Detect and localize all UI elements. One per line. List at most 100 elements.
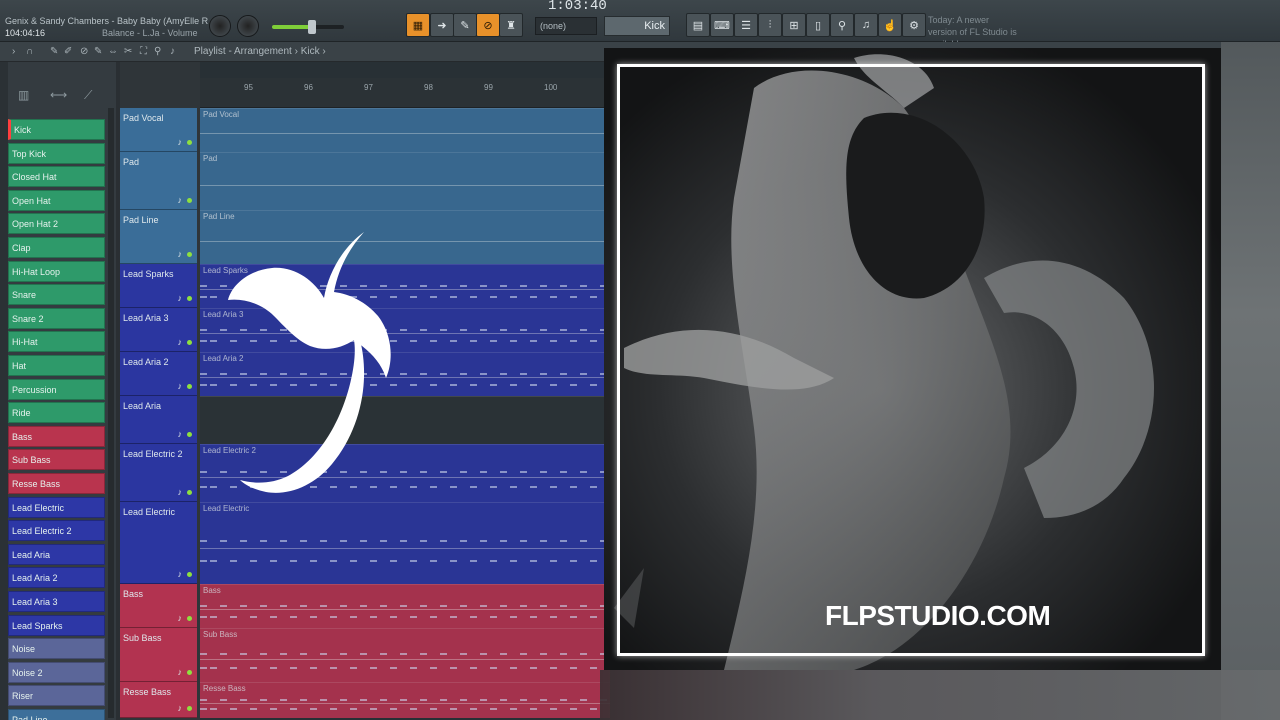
step-edit-icon[interactable]: ▦ <box>406 13 430 37</box>
slice-icon[interactable]: ✂ <box>124 46 132 57</box>
playlist-lane[interactable]: Lead Electric <box>200 502 610 584</box>
picker-item[interactable]: Lead Electric 2 <box>8 520 105 542</box>
audio-icon[interactable]: ⟷ <box>50 88 67 102</box>
track-mute-led[interactable] <box>187 252 192 257</box>
track-header[interactable]: Pad Vocal ♪ <box>120 108 197 152</box>
playlist-lane[interactable]: Sub Bass <box>200 628 610 682</box>
picker-item[interactable]: Pad Line <box>8 709 105 720</box>
metronome-icon[interactable]: ♜ <box>499 13 523 37</box>
track-mute-led[interactable] <box>187 340 192 345</box>
picker-item[interactable]: Noise <box>8 638 105 660</box>
track-header[interactable]: Lead Electric ♪ <box>120 502 197 584</box>
slider-thumb[interactable] <box>308 20 316 34</box>
channel-rack-icon[interactable]: ☰ <box>734 13 758 37</box>
arrow-left-icon[interactable]: › <box>12 46 15 57</box>
mute-icon[interactable]: ✎ <box>94 46 102 57</box>
picker-item[interactable]: Lead Aria 2 <box>8 567 105 589</box>
track-mute-led[interactable] <box>187 490 192 495</box>
clip-notes <box>200 560 610 562</box>
playlist-lane[interactable]: Pad Vocal <box>200 108 610 152</box>
tempo-tapper-icon[interactable]: ♫ <box>854 13 878 37</box>
slip-icon[interactable]: ⇔ <box>108 46 118 57</box>
picker-item[interactable]: Kick <box>8 119 105 140</box>
magnet-icon[interactable]: ∩ <box>26 46 33 57</box>
track-header[interactable]: Lead Electric 2 ♪ <box>120 444 197 502</box>
pencil-icon[interactable]: ✎ <box>50 46 58 57</box>
track-header[interactable]: Lead Sparks ♪ <box>120 264 197 308</box>
browser-icon[interactable]: ⊞ <box>782 13 806 37</box>
timeline-ruler[interactable]: 95 96 97 98 99 100 <box>200 78 610 108</box>
speaker-icon[interactable]: ♪ <box>170 46 175 57</box>
playlist-breadcrumb[interactable]: Playlist - Arrangement › Kick › <box>194 46 326 57</box>
touch-icon[interactable]: ☝ <box>878 13 902 37</box>
track-header[interactable]: Sub Bass ♪ <box>120 628 197 682</box>
master-volume-knob[interactable] <box>209 15 231 37</box>
track-mute-led[interactable] <box>187 616 192 621</box>
picker-item[interactable]: Sub Bass <box>8 449 105 471</box>
track-mute-led[interactable] <box>187 296 192 301</box>
track-header[interactable]: Lead Aria 3 ♪ <box>120 308 197 352</box>
track-mute-led[interactable] <box>187 706 192 711</box>
playlist-lane[interactable]: Bass <box>200 584 610 628</box>
picker-item[interactable]: Bass <box>8 425 105 447</box>
picker-item[interactable]: Resse Bass <box>8 473 105 494</box>
picker-item[interactable]: Clap <box>8 237 105 258</box>
track-mute-led[interactable] <box>187 432 192 437</box>
playlist-lane[interactable]: Pad <box>200 152 610 210</box>
track-header[interactable]: Lead Aria ♪ <box>120 396 197 444</box>
picker-item[interactable]: Lead Sparks <box>8 614 105 636</box>
track-header[interactable]: Pad Line ♪ <box>120 210 197 264</box>
paint-icon[interactable]: ✐ <box>64 46 72 57</box>
track-mute-led[interactable] <box>187 198 192 203</box>
main-slider[interactable] <box>272 20 344 34</box>
picker-item[interactable]: Riser <box>8 685 105 707</box>
plugin-icon[interactable]: ⚲ <box>830 13 854 37</box>
brush-icon[interactable]: ✎ <box>453 13 477 37</box>
picker-item[interactable]: Open Hat 2 <box>8 213 105 235</box>
picker-item[interactable]: Hi-Hat Loop <box>8 260 105 282</box>
picker-item[interactable]: Snare 2 <box>8 307 105 329</box>
picker-scrollbar[interactable] <box>108 108 114 718</box>
track-mute-led[interactable] <box>187 140 192 145</box>
track-header[interactable]: Pad ♪ <box>120 152 197 210</box>
track-mute-led[interactable] <box>187 572 192 577</box>
picker-item[interactable]: Lead Aria <box>8 543 105 565</box>
picker-item[interactable]: Hat <box>8 355 105 376</box>
picker-item[interactable]: Lead Electric <box>8 496 105 518</box>
picker-item[interactable]: Hi-Hat <box>8 331 105 353</box>
track-header[interactable]: Resse Bass ♪ <box>120 682 197 718</box>
zoom-icon[interactable]: ⚲ <box>154 46 161 57</box>
link-icon[interactable]: ⊘ <box>476 13 500 37</box>
mixer-icon[interactable]: ⫶ <box>758 13 782 37</box>
arrow-right-icon[interactable]: ➜ <box>430 13 454 37</box>
picker-item-label: Hat <box>12 361 27 371</box>
pattern-icon[interactable]: ▥ <box>18 88 29 102</box>
delete-icon[interactable]: ⊘ <box>80 46 88 57</box>
track-header[interactable]: Lead Aria 2 ♪ <box>120 352 197 396</box>
select-icon[interactable]: ⛶ <box>140 46 147 57</box>
picker-item[interactable]: Lead Aria 3 <box>8 591 105 612</box>
pattern-select[interactable]: (none) <box>535 17 597 35</box>
picker-item[interactable]: Ride <box>8 402 105 424</box>
picker-item[interactable]: Snare <box>8 284 105 306</box>
pattern-name-field[interactable]: Kick <box>604 16 670 36</box>
track-mute-led[interactable] <box>187 670 192 675</box>
piano-roll-icon[interactable]: ⌨ <box>710 13 734 37</box>
picker-item[interactable]: Top Kick <box>8 142 105 164</box>
playlist-icon[interactable]: ▤ <box>686 13 710 37</box>
slider-fill <box>272 25 312 29</box>
picker-item[interactable]: Noise 2 <box>8 661 105 683</box>
picker-item[interactable]: Open Hat <box>8 189 105 211</box>
song-position-clock[interactable]: 1:03:40 <box>548 0 607 14</box>
wrench-icon[interactable]: ⚙ <box>902 13 926 37</box>
note-icon: ♪ <box>177 569 183 579</box>
master-pitch-knob[interactable] <box>237 15 259 37</box>
picker-item[interactable]: Percussion <box>8 378 105 400</box>
file-icon[interactable]: ▯ <box>806 13 830 37</box>
track-header[interactable]: Bass ♪ <box>120 584 197 628</box>
track-mute-led[interactable] <box>187 384 192 389</box>
playlist-lane[interactable]: Resse Bass <box>200 682 610 718</box>
track-headers: Pad Vocal ♪ Pad ♪ Pad Line ♪ Lead Sparks ♪ Lead … <box>120 62 200 720</box>
picker-item[interactable]: Closed Hat <box>8 166 105 188</box>
automation-icon[interactable]: ⟋ <box>84 88 92 103</box>
